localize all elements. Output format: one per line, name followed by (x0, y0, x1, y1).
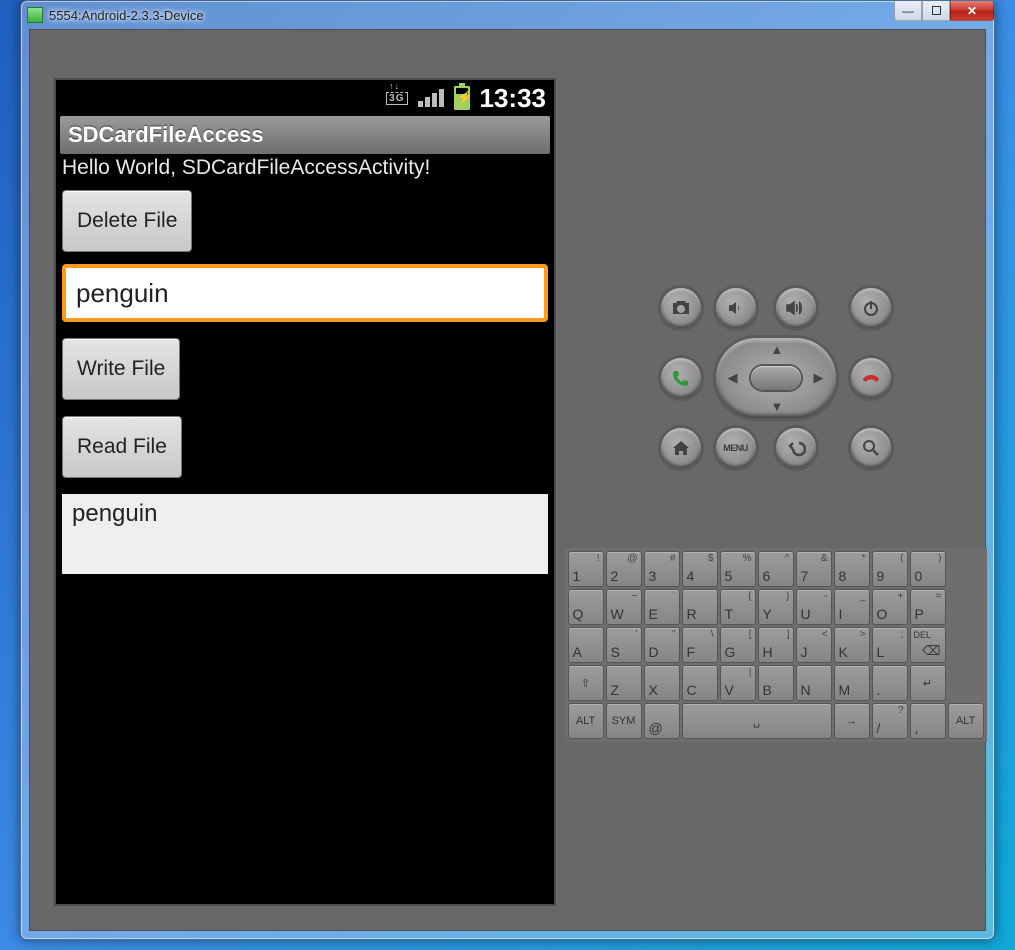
key-i[interactable]: I_ (834, 589, 870, 625)
key-k[interactable]: K> (834, 627, 870, 663)
emulator-window: 5554:Android-2.3.3-Device — ✕ 3G 13:33 S… (20, 0, 995, 940)
key-/[interactable]: /? (872, 703, 908, 739)
window-title: 5554:Android-2.3.3-Device (49, 8, 204, 23)
dpad-center[interactable] (751, 366, 801, 390)
call-button[interactable] (661, 358, 701, 398)
dpad-up[interactable]: ▲ (771, 342, 784, 357)
key-q[interactable]: Q (568, 589, 604, 625)
key-1[interactable]: 1! (568, 551, 604, 587)
read-file-button[interactable]: Read File (62, 416, 182, 478)
volume-down-button[interactable] (716, 288, 756, 328)
minimize-button[interactable]: — (894, 1, 922, 21)
key-7[interactable]: 7& (796, 551, 832, 587)
key-o[interactable]: O+ (872, 589, 908, 625)
app-titlebar: SDCardFileAccess (60, 116, 550, 154)
key-e[interactable]: E` (644, 589, 680, 625)
key-9[interactable]: 9( (872, 551, 908, 587)
delete-file-button[interactable]: Delete File (62, 190, 192, 252)
key-f[interactable]: F\ (682, 627, 718, 663)
key-d[interactable]: D" (644, 627, 680, 663)
key-h[interactable]: H] (758, 627, 794, 663)
dpad-right[interactable]: ▶ (814, 370, 824, 386)
key-c[interactable]: C (682, 665, 718, 701)
key-3[interactable]: 3# (644, 551, 680, 587)
key-a[interactable]: A (568, 627, 604, 663)
device-screen: 3G 13:33 SDCardFileAccess Hello World, S… (54, 78, 556, 906)
output-text: penguin (62, 494, 548, 574)
power-button[interactable] (851, 288, 891, 328)
android-statusbar: 3G 13:33 (56, 80, 554, 116)
key-,[interactable]: , (910, 703, 946, 739)
close-button[interactable]: ✕ (950, 1, 994, 21)
key-m[interactable]: M (834, 665, 870, 701)
key-x[interactable]: X (644, 665, 680, 701)
app-icon (27, 7, 43, 23)
sym-key[interactable]: SYM (606, 703, 642, 739)
key-2[interactable]: 2@ (606, 551, 642, 587)
alt-left-key[interactable]: ALT (568, 703, 604, 739)
volume-up-button[interactable] (776, 288, 816, 328)
key-b[interactable]: B (758, 665, 794, 701)
key-4[interactable]: 4$ (682, 551, 718, 587)
maximize-button[interactable] (922, 1, 950, 21)
search-button[interactable] (851, 428, 891, 468)
menu-button[interactable]: MENU (716, 428, 756, 468)
key-6[interactable]: 6^ (758, 551, 794, 587)
key-y[interactable]: Y} (758, 589, 794, 625)
network-3g-icon: 3G (386, 92, 407, 105)
key-5[interactable]: 5% (720, 551, 756, 587)
window-controls: — ✕ (894, 1, 994, 21)
key-j[interactable]: J< (796, 627, 832, 663)
key-u[interactable]: U- (796, 589, 832, 625)
dpad-left[interactable]: ◀ (728, 370, 738, 386)
window-client-area: 3G 13:33 SDCardFileAccess Hello World, S… (29, 29, 986, 931)
camera-button[interactable] (661, 288, 701, 328)
key-v[interactable]: V| (720, 665, 756, 701)
dpad-down[interactable]: ▼ (771, 399, 784, 414)
arrow-key[interactable]: → (834, 703, 870, 739)
key-l[interactable]: L; (872, 627, 908, 663)
app-title: SDCardFileAccess (68, 122, 264, 148)
key-0[interactable]: 0) (910, 551, 946, 587)
enter-key[interactable]: ↵ (910, 665, 946, 701)
key-r[interactable]: R (682, 589, 718, 625)
window-titlebar[interactable]: 5554:Android-2.3.3-Device — ✕ (21, 1, 994, 29)
battery-charging-icon (454, 86, 470, 110)
alt-right-key[interactable]: ALT (948, 703, 984, 739)
text-input[interactable] (62, 264, 548, 322)
key-z[interactable]: Z (606, 665, 642, 701)
clock: 13:33 (480, 83, 547, 114)
key-s[interactable]: S' (606, 627, 642, 663)
hardware-keyboard: 1!2@3#4$5%6^7&8*9(0)QW~E`RT{Y}U-I_O+P=AS… (565, 548, 987, 742)
key-p[interactable]: P= (910, 589, 946, 625)
hardware-panel: ▲ ▼ ◀ ▶ MENU 1!2@3#4 (590, 78, 961, 906)
end-call-button[interactable] (851, 358, 891, 398)
hello-label: Hello World, SDCardFileAccessActivity! (56, 154, 554, 182)
key-n[interactable]: N (796, 665, 832, 701)
key-t[interactable]: T{ (720, 589, 756, 625)
home-button[interactable] (661, 428, 701, 468)
delete-key[interactable]: DEL⌫ (910, 627, 946, 663)
back-button[interactable] (776, 428, 816, 468)
key-@[interactable]: @ (644, 703, 680, 739)
key-g[interactable]: G[ (720, 627, 756, 663)
key-w[interactable]: W~ (606, 589, 642, 625)
space-key[interactable]: ␣ (682, 703, 832, 739)
signal-icon (418, 89, 444, 107)
dpad: ▲ ▼ ◀ ▶ (716, 338, 836, 418)
key-8[interactable]: 8* (834, 551, 870, 587)
write-file-button[interactable]: Write File (62, 338, 180, 400)
key-.[interactable]: . (872, 665, 908, 701)
shift-key[interactable]: ⇧ (568, 665, 604, 701)
